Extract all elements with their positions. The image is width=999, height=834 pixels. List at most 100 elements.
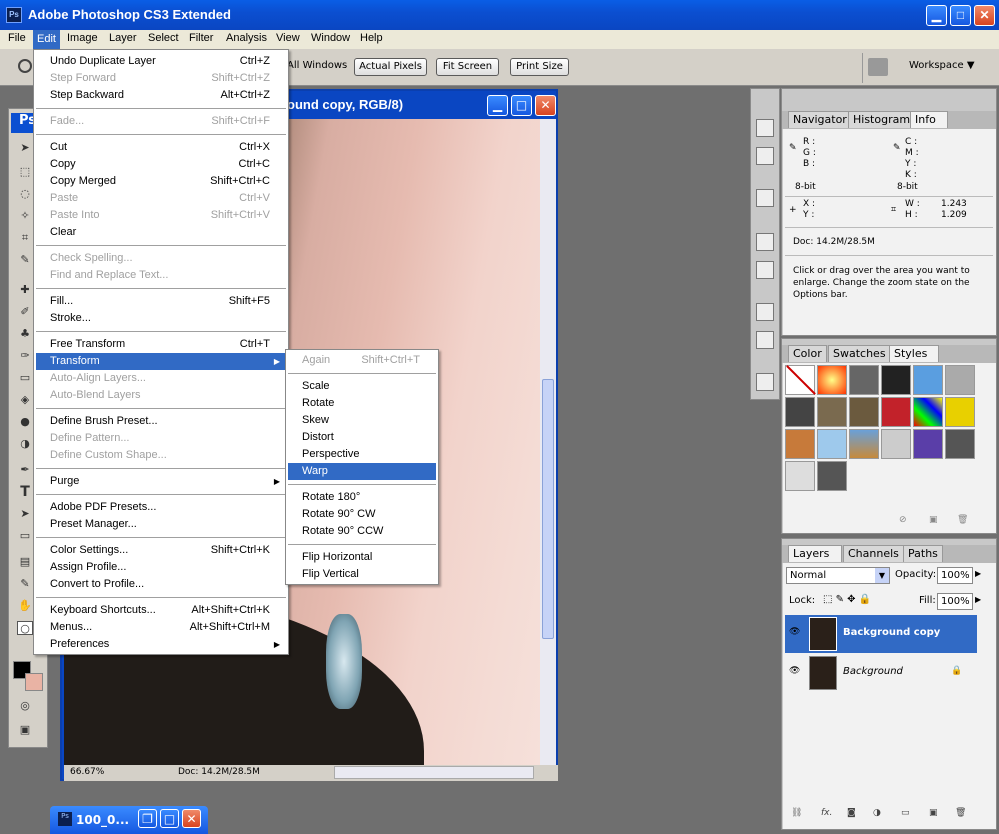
- doc-close-button[interactable]: ✕: [535, 95, 556, 116]
- close-button[interactable]: ✕: [974, 5, 995, 26]
- eraser-tool-icon[interactable]: ▭: [17, 371, 33, 385]
- link-layers-icon[interactable]: ⛓: [791, 808, 802, 818]
- edit-menu-item[interactable]: Transform ▶: [36, 353, 286, 370]
- style-swatch[interactable]: [945, 429, 975, 459]
- no-style-icon[interactable]: ⊘: [899, 515, 907, 525]
- zoom-tool-icon[interactable]: [18, 59, 32, 73]
- tab-swatches[interactable]: Swatches: [828, 345, 891, 362]
- transform-menu-item[interactable]: Skew: [288, 412, 436, 429]
- layer-style-icon[interactable]: fx.: [821, 808, 832, 818]
- transform-menu-item[interactable]: Perspective: [288, 446, 436, 463]
- style-swatch[interactable]: [817, 397, 847, 427]
- transform-menu-item[interactable]: Rotate 180°: [288, 489, 436, 506]
- edit-menu-item[interactable]: Preferences ▶: [36, 636, 286, 653]
- magic-wand-tool-icon[interactable]: ✧: [17, 209, 33, 223]
- edit-menu-item[interactable]: Free Transform Ctrl+T: [36, 336, 286, 353]
- opacity-input[interactable]: 100%: [937, 567, 973, 584]
- rectangle-tool-icon[interactable]: ▭: [17, 529, 33, 543]
- doc-maximize-button[interactable]: □: [511, 95, 532, 116]
- delete-layer-icon[interactable]: 🗑: [955, 808, 966, 818]
- lasso-tool-icon[interactable]: ◌: [17, 187, 33, 201]
- menu-view[interactable]: View: [276, 32, 300, 44]
- blur-tool-icon[interactable]: ●: [17, 415, 33, 429]
- menu-help[interactable]: Help: [360, 32, 383, 44]
- pen-tool-icon[interactable]: ✒: [17, 463, 33, 477]
- edit-menu-item[interactable]: Paste Ctrl+V: [36, 190, 286, 207]
- menu-filter[interactable]: Filter: [189, 32, 213, 44]
- actions-icon[interactable]: [756, 147, 774, 165]
- zoom-tool-button-icon[interactable]: ○: [17, 621, 33, 635]
- edit-menu-item[interactable]: Find and Replace Text...: [36, 267, 286, 284]
- healing-brush-tool-icon[interactable]: ✚: [17, 283, 33, 297]
- new-group-icon[interactable]: ▭: [901, 808, 910, 818]
- tab-navigator[interactable]: Navigator: [788, 111, 852, 128]
- quick-mask-icon[interactable]: ◎: [17, 699, 33, 713]
- paragraph-icon[interactable]: [756, 331, 774, 349]
- edit-menu-item[interactable]: Define Custom Shape...: [36, 447, 286, 464]
- style-swatch[interactable]: [913, 429, 943, 459]
- doc-minimize-button[interactable]: ▁: [487, 95, 508, 116]
- restore-button[interactable]: ❐: [138, 809, 157, 828]
- horizontal-scrollbar[interactable]: [334, 766, 534, 779]
- style-swatch[interactable]: [913, 365, 943, 395]
- screen-mode-icon[interactable]: ▣: [17, 723, 33, 737]
- edit-menu-item[interactable]: Define Pattern...: [36, 430, 286, 447]
- visibility-eye-icon[interactable]: 👁: [789, 666, 800, 676]
- dodge-tool-icon[interactable]: ◑: [17, 437, 33, 451]
- workspace-menu[interactable]: Workspace ▼: [909, 60, 975, 71]
- new-layer-icon[interactable]: ▣: [929, 808, 938, 818]
- tool-presets-icon[interactable]: [756, 189, 774, 207]
- tab-histogram[interactable]: Histogram: [848, 111, 916, 128]
- style-swatch[interactable]: [849, 397, 879, 427]
- menu-window[interactable]: Window: [311, 32, 350, 44]
- crop-tool-icon[interactable]: ⌗: [17, 231, 33, 245]
- style-swatch[interactable]: [881, 397, 911, 427]
- tab-paths[interactable]: Paths: [903, 545, 943, 562]
- actual-pixels-button[interactable]: Actual Pixels: [354, 58, 427, 76]
- tab-layers[interactable]: Layers ×: [788, 545, 842, 573]
- style-swatch[interactable]: [817, 461, 847, 491]
- tab-styles[interactable]: Styles ×: [889, 345, 939, 373]
- edit-menu-item[interactable]: Fade... Shift+Ctrl+F: [36, 113, 286, 130]
- transform-menu-item[interactable]: Flip Horizontal: [288, 549, 436, 566]
- style-swatch[interactable]: [817, 365, 847, 395]
- tab-info[interactable]: Info ×: [910, 111, 948, 139]
- clone-stamp-tool-icon[interactable]: ♣: [17, 327, 33, 341]
- layer-comps-icon[interactable]: [756, 373, 774, 391]
- workspace-icon[interactable]: [868, 58, 888, 76]
- style-swatch[interactable]: [881, 365, 911, 395]
- type-tool-icon[interactable]: T: [17, 485, 33, 499]
- style-swatch[interactable]: [849, 365, 879, 395]
- menu-image[interactable]: Image: [67, 32, 98, 44]
- edit-menu-item[interactable]: Copy Merged Shift+Ctrl+C: [36, 173, 286, 190]
- layer-name[interactable]: Background: [843, 666, 903, 677]
- print-size-button[interactable]: Print Size: [510, 58, 569, 76]
- layer-row[interactable]: 👁 Background 🔒: [785, 654, 977, 692]
- transform-menu-item[interactable]: Distort: [288, 429, 436, 446]
- hand-tool-icon[interactable]: ✋: [17, 599, 33, 613]
- eyedropper-tool-icon[interactable]: ✎: [17, 253, 33, 267]
- edit-menu-item[interactable]: Stroke...: [36, 310, 286, 327]
- menu-edit[interactable]: Edit: [33, 30, 60, 49]
- delete-style-icon[interactable]: 🗑: [957, 515, 968, 525]
- zoom-level[interactable]: 66.67%: [70, 767, 104, 777]
- brush-tool-icon[interactable]: ✐: [17, 305, 33, 319]
- max-button[interactable]: □: [160, 809, 179, 828]
- history-brush-tool-icon[interactable]: ✑: [17, 349, 33, 363]
- transform-menu-item[interactable]: Scale: [288, 378, 436, 395]
- transform-menu-item[interactable]: Warp: [288, 463, 436, 480]
- notes-tool-icon[interactable]: ▤: [17, 555, 33, 569]
- edit-menu-item[interactable]: Preset Manager...: [36, 516, 286, 533]
- fill-arrow-icon[interactable]: ▶: [975, 595, 981, 604]
- edit-menu-item[interactable]: Undo Duplicate Layer Ctrl+Z: [36, 53, 286, 70]
- all-windows-label[interactable]: All Windows: [287, 60, 347, 71]
- edit-menu-item[interactable]: Cut Ctrl+X: [36, 139, 286, 156]
- layer-name[interactable]: Background copy: [843, 627, 940, 638]
- min-close-button[interactable]: ✕: [182, 809, 201, 828]
- edit-menu-item[interactable]: Convert to Profile...: [36, 576, 286, 593]
- style-none[interactable]: [785, 365, 816, 395]
- style-swatch[interactable]: [913, 397, 943, 427]
- visibility-eye-icon[interactable]: 👁: [789, 627, 800, 637]
- edit-menu-item[interactable]: Color Settings... Shift+Ctrl+K: [36, 542, 286, 559]
- layer-row[interactable]: 👁 Background copy: [785, 615, 977, 653]
